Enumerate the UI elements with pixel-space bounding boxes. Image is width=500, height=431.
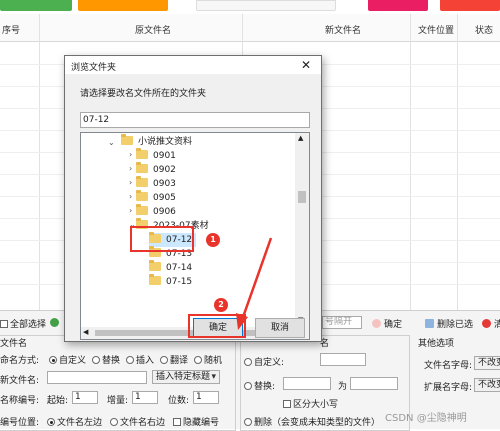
annotation-arrow xyxy=(236,237,273,330)
